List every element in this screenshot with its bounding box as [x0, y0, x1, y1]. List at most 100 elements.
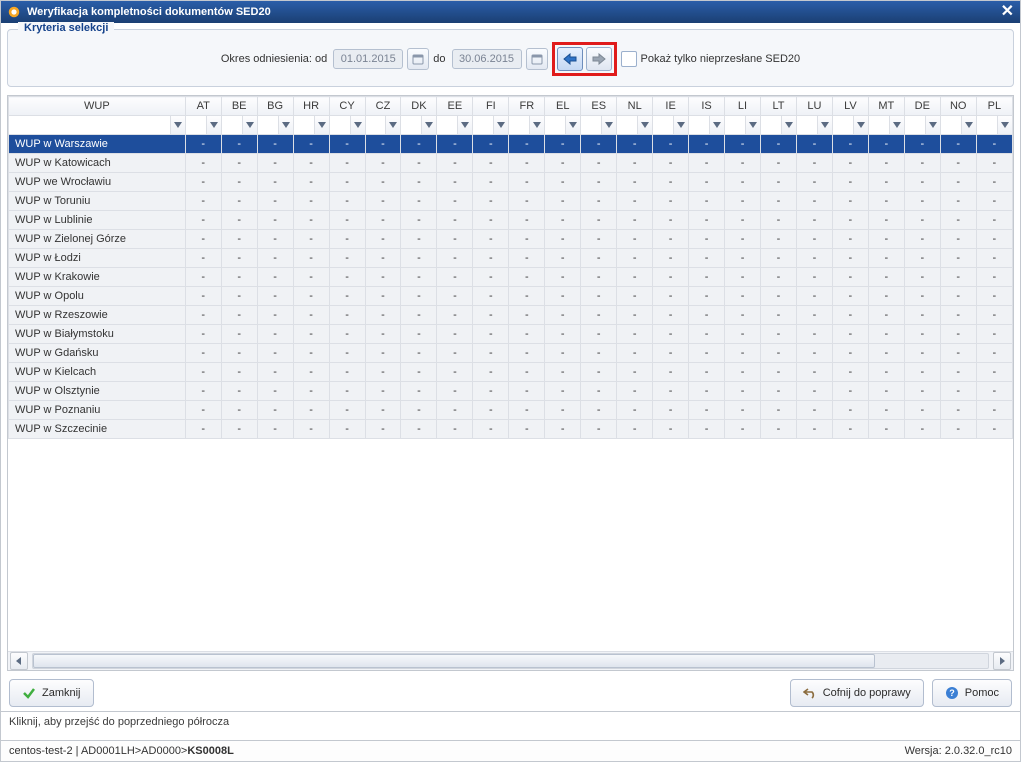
col-header-BG[interactable]: BG — [257, 97, 293, 116]
table-row[interactable]: WUP w Kielcach----------------------- — [9, 363, 1013, 382]
filter-dropdown-IE[interactable] — [673, 116, 688, 134]
col-header-EE[interactable]: EE — [437, 97, 473, 116]
col-header-EL[interactable]: EL — [545, 97, 581, 116]
prev-period-button[interactable] — [557, 47, 583, 71]
table-row[interactable]: WUP w Toruniu----------------------- — [9, 192, 1013, 211]
table-row[interactable]: WUP w Łodzi----------------------- — [9, 249, 1013, 268]
close-button[interactable]: Zamknij — [9, 679, 94, 707]
filter-dropdown-FI[interactable] — [493, 116, 508, 134]
filter-dropdown-LU[interactable] — [817, 116, 832, 134]
filter-dropdown-BE[interactable] — [242, 116, 257, 134]
col-header-NL[interactable]: NL — [617, 97, 653, 116]
col-header-LU[interactable]: LU — [796, 97, 832, 116]
next-period-button[interactable] — [586, 47, 612, 71]
show-unsent-checkbox[interactable] — [621, 51, 637, 67]
filter-input-EE[interactable] — [437, 116, 457, 134]
table-row[interactable]: WUP w Lublinie----------------------- — [9, 211, 1013, 230]
filter-input-DK[interactable] — [401, 116, 421, 134]
filter-input-CY[interactable] — [330, 116, 350, 134]
filter-dropdown-EL[interactable] — [565, 116, 580, 134]
filter-input-NL[interactable] — [617, 116, 637, 134]
table-row[interactable]: WUP w Gdańsku----------------------- — [9, 344, 1013, 363]
filter-input-FR[interactable] — [509, 116, 529, 134]
col-header-LI[interactable]: LI — [725, 97, 761, 116]
filter-dropdown-FR[interactable] — [529, 116, 544, 134]
filter-dropdown-LT[interactable] — [781, 116, 796, 134]
filter-input-LI[interactable] — [725, 116, 745, 134]
col-header-FR[interactable]: FR — [509, 97, 545, 116]
col-header-IE[interactable]: IE — [653, 97, 689, 116]
filter-dropdown-AT[interactable] — [206, 116, 221, 134]
col-header-LT[interactable]: LT — [761, 97, 797, 116]
table-row[interactable]: WUP w Białymstoku----------------------- — [9, 325, 1013, 344]
calendar-to-button[interactable] — [526, 48, 548, 70]
filter-dropdown-HR[interactable] — [314, 116, 329, 134]
filter-dropdown-IS[interactable] — [709, 116, 724, 134]
filter-dropdown-CY[interactable] — [350, 116, 365, 134]
filter-input-NO[interactable] — [941, 116, 961, 134]
col-header-CZ[interactable]: CZ — [365, 97, 401, 116]
filter-input-BE[interactable] — [222, 116, 242, 134]
horizontal-scrollbar[interactable] — [8, 651, 1013, 670]
col-header-IS[interactable]: IS — [689, 97, 725, 116]
col-header-CY[interactable]: CY — [329, 97, 365, 116]
filter-input-MT[interactable] — [869, 116, 889, 134]
filter-input-PL[interactable] — [977, 116, 997, 134]
filter-dropdown-LV[interactable] — [853, 116, 868, 134]
filter-dropdown-EE[interactable] — [457, 116, 472, 134]
table-row[interactable]: WUP w Rzeszowie----------------------- — [9, 306, 1013, 325]
table-row[interactable]: WUP w Warszawie----------------------- — [9, 135, 1013, 154]
filter-input-AT[interactable] — [186, 116, 206, 134]
filter-dropdown-ES[interactable] — [601, 116, 616, 134]
filter-input-LU[interactable] — [797, 116, 817, 134]
filter-input-EL[interactable] — [545, 116, 565, 134]
col-header-DK[interactable]: DK — [401, 97, 437, 116]
scrollbar-track[interactable] — [32, 653, 989, 669]
filter-input-IE[interactable] — [653, 116, 673, 134]
col-header-FI[interactable]: FI — [473, 97, 509, 116]
table-row[interactable]: WUP w Katowicach----------------------- — [9, 154, 1013, 173]
calendar-from-button[interactable] — [407, 48, 429, 70]
filter-dropdown-NL[interactable] — [637, 116, 652, 134]
table-row[interactable]: WUP w Opolu----------------------- — [9, 287, 1013, 306]
col-header-AT[interactable]: AT — [185, 97, 221, 116]
col-header-LV[interactable]: LV — [832, 97, 868, 116]
filter-input-name[interactable] — [9, 116, 170, 134]
scroll-right-button[interactable] — [993, 652, 1011, 670]
col-header-PL[interactable]: PL — [976, 97, 1012, 116]
filter-input-FI[interactable] — [473, 116, 493, 134]
table-row[interactable]: WUP w Szczecinie----------------------- — [9, 420, 1013, 439]
filter-input-IS[interactable] — [689, 116, 709, 134]
help-button[interactable]: ? Pomoc — [932, 679, 1012, 707]
table-row[interactable]: WUP w Poznaniu----------------------- — [9, 401, 1013, 420]
filter-input-ES[interactable] — [581, 116, 601, 134]
filter-dropdown-BG[interactable] — [278, 116, 293, 134]
filter-dropdown-DK[interactable] — [421, 116, 436, 134]
filter-input-LT[interactable] — [761, 116, 781, 134]
scrollbar-thumb[interactable] — [33, 654, 875, 668]
table-row[interactable]: WUP w Olsztynie----------------------- — [9, 382, 1013, 401]
col-header-BE[interactable]: BE — [221, 97, 257, 116]
filter-dropdown-name[interactable] — [170, 116, 185, 134]
col-header-MT[interactable]: MT — [868, 97, 904, 116]
filter-dropdown-DE[interactable] — [925, 116, 940, 134]
table-row[interactable]: WUP w Krakowie----------------------- — [9, 268, 1013, 287]
filter-input-CZ[interactable] — [366, 116, 386, 134]
date-from-field[interactable] — [333, 49, 403, 69]
filter-dropdown-LI[interactable] — [745, 116, 760, 134]
col-header-ES[interactable]: ES — [581, 97, 617, 116]
table-row[interactable]: WUP we Wrocławiu----------------------- — [9, 173, 1013, 192]
filter-input-HR[interactable] — [294, 116, 314, 134]
filter-input-BG[interactable] — [258, 116, 278, 134]
filter-input-DE[interactable] — [905, 116, 925, 134]
close-icon[interactable]: ✕ — [1001, 5, 1014, 19]
filter-dropdown-CZ[interactable] — [385, 116, 400, 134]
table-row[interactable]: WUP w Zielonej Górze--------------------… — [9, 230, 1013, 249]
col-header-NO[interactable]: NO — [940, 97, 976, 116]
filter-input-LV[interactable] — [833, 116, 853, 134]
filter-dropdown-PL[interactable] — [997, 116, 1012, 134]
filter-dropdown-NO[interactable] — [961, 116, 976, 134]
col-header-HR[interactable]: HR — [293, 97, 329, 116]
col-header-DE[interactable]: DE — [904, 97, 940, 116]
filter-dropdown-MT[interactable] — [889, 116, 904, 134]
